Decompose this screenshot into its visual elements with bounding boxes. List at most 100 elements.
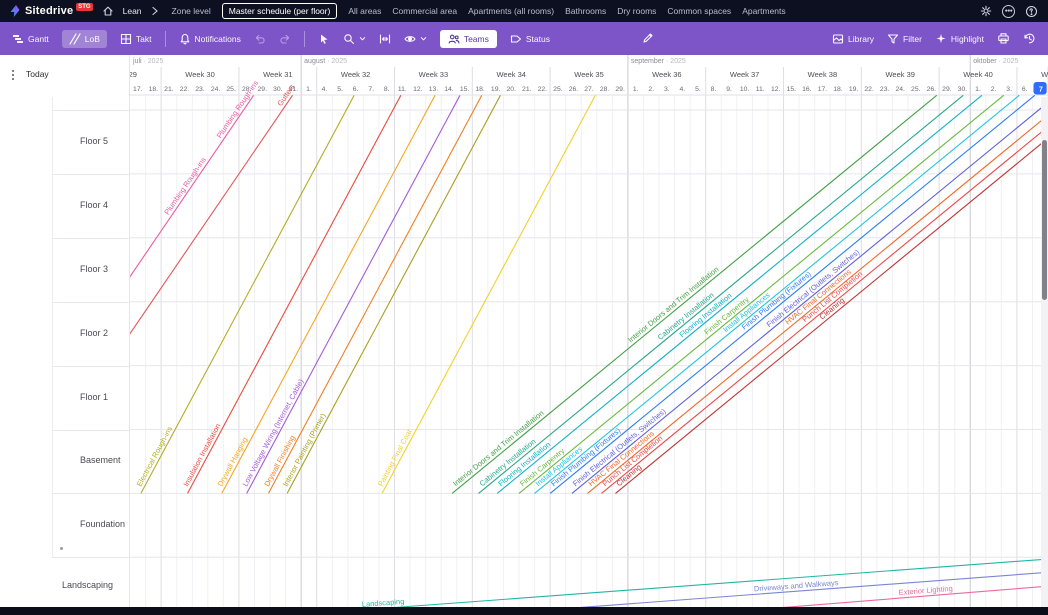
scrollbar-thumb[interactable] <box>1042 140 1047 300</box>
takt-icon <box>120 33 132 45</box>
floor-label-floor-3[interactable]: Floor 3 <box>80 264 108 274</box>
fit-width-tool-button[interactable] <box>379 33 391 45</box>
task-line[interactable] <box>188 95 401 493</box>
undo-button[interactable] <box>254 33 266 45</box>
caret-down-icon <box>359 35 366 42</box>
redo-button[interactable] <box>279 33 291 45</box>
week-label: Week 37 <box>730 70 759 79</box>
day-label: 22. <box>864 86 874 93</box>
panel-row-separator <box>52 430 130 431</box>
lob-chart-canvas[interactable]: Plumbing Rough-insPlumbing Rough-insGutt… <box>130 55 1048 615</box>
floor-label-floor-2[interactable]: Floor 2 <box>80 328 108 338</box>
history-button[interactable] <box>1023 32 1036 45</box>
pen-icon <box>642 32 654 44</box>
library-label: Library <box>848 34 874 44</box>
library-button[interactable]: Library <box>832 33 874 45</box>
day-label: 29. <box>615 86 625 93</box>
task-line[interactable] <box>247 95 460 493</box>
row-marker-dot <box>60 547 63 550</box>
brand[interactable]: Sitedrive STG <box>8 4 93 18</box>
tab-bathrooms[interactable]: Bathrooms <box>565 6 606 16</box>
breadcrumb-project[interactable]: Lean <box>123 6 142 16</box>
highlight-button[interactable]: Highlight <box>935 33 984 45</box>
week-label: Week 39 <box>885 70 914 79</box>
task-line[interactable] <box>382 95 595 493</box>
task-line[interactable] <box>497 95 982 493</box>
home-icon[interactable] <box>102 5 114 17</box>
schedule-tabs: Zone level Master schedule (per floor) A… <box>172 3 786 19</box>
day-label: 25. <box>911 86 921 93</box>
tab-apartments[interactable]: Apartments <box>742 6 785 16</box>
week-label: Week 38 <box>808 70 837 79</box>
task-label[interactable]: Insulation Installation <box>181 422 222 488</box>
zoom-tool-button[interactable] <box>343 33 366 45</box>
fit-width-icon <box>379 33 391 45</box>
vertical-scrollbar[interactable] <box>1041 97 1048 615</box>
panel-gutter-line <box>52 97 53 557</box>
settings-gear-icon[interactable] <box>980 5 992 17</box>
lob-icon <box>69 33 81 45</box>
day-label: 20. <box>506 86 516 93</box>
task-label[interactable]: Electrical Rough-ins <box>135 425 175 488</box>
takt-view-button[interactable]: Takt <box>120 33 152 45</box>
tab-dry-rooms[interactable]: Dry rooms <box>617 6 656 16</box>
day-label: 19. <box>849 86 859 93</box>
month-label: juli · 2025 <box>132 58 163 65</box>
floor-label-floor-5[interactable]: Floor 5 <box>80 136 108 146</box>
gantt-view-button[interactable]: Gantt <box>12 33 49 45</box>
day-label: 22. <box>180 86 190 93</box>
day-label: 9. <box>726 86 732 93</box>
floor-label-floor-4[interactable]: Floor 4 <box>80 200 108 210</box>
day-label: 1. <box>306 86 312 93</box>
day-label: 21. <box>522 86 532 93</box>
gantt-icon <box>12 33 24 45</box>
panel-row-separator <box>52 302 130 303</box>
tab-master-schedule-per-floor[interactable]: Master schedule (per floor) <box>222 3 338 19</box>
tab-zone-level[interactable]: Zone level <box>172 6 211 16</box>
teams-icon <box>448 33 460 45</box>
tab-commercial-area[interactable]: Commercial area <box>392 6 457 16</box>
task-line[interactable] <box>452 95 937 493</box>
floor-label-floor-1[interactable]: Floor 1 <box>80 392 108 402</box>
day-label: 23. <box>195 86 205 93</box>
task-line[interactable] <box>550 95 1035 493</box>
day-label: 19. <box>491 86 501 93</box>
day-label: 6. <box>1022 86 1028 93</box>
help-icon[interactable] <box>1025 5 1038 18</box>
task-label[interactable]: Plumbing Rough-ins <box>162 155 208 216</box>
user-avatar[interactable]: ●●● <box>1002 5 1015 18</box>
task-line[interactable] <box>141 95 354 493</box>
teams-button[interactable]: Teams <box>440 30 497 48</box>
notifications-button[interactable]: Notifications <box>179 33 241 45</box>
panel-row-separator <box>52 493 130 494</box>
lob-view-button[interactable]: LoB <box>62 30 107 48</box>
task-line[interactable] <box>287 95 500 493</box>
print-button[interactable] <box>997 32 1010 45</box>
cursor-icon <box>318 33 330 45</box>
tab-apartments-all-rooms[interactable]: Apartments (all rooms) <box>468 6 554 16</box>
task-label[interactable]: Painting Final Coat <box>376 427 414 488</box>
panel-row-separator <box>52 366 130 367</box>
history-icon <box>1023 32 1036 45</box>
week-label: Week 40 <box>963 70 992 79</box>
task-label[interactable]: HVAC Final Connections <box>783 267 853 326</box>
day-label: 8. <box>384 86 390 93</box>
tab-all-areas[interactable]: All areas <box>348 6 381 16</box>
day-label: 2. <box>991 86 997 93</box>
cursor-tool-button[interactable] <box>318 33 330 45</box>
task-label[interactable]: Plumbing Rough-ins <box>215 79 261 140</box>
status-button[interactable]: Status <box>510 33 550 45</box>
environment-badge: STG <box>76 3 92 11</box>
visibility-options-button[interactable] <box>404 33 427 45</box>
task-label[interactable]: Exterior Lighting <box>898 584 953 597</box>
floor-label-basement[interactable]: Basement <box>80 455 121 465</box>
floor-label-foundation[interactable]: Foundation <box>80 519 125 529</box>
tab-common-spaces[interactable]: Common spaces <box>667 6 731 16</box>
pen-tool-button[interactable] <box>642 32 654 44</box>
filter-button[interactable]: Filter <box>887 33 922 45</box>
task-line[interactable] <box>268 95 481 493</box>
menu-kebab-icon[interactable] <box>8 68 18 86</box>
day-label: 11. <box>398 86 407 93</box>
section-label-landscaping[interactable]: Landscaping <box>62 580 113 590</box>
today-button[interactable]: Today <box>26 69 49 79</box>
